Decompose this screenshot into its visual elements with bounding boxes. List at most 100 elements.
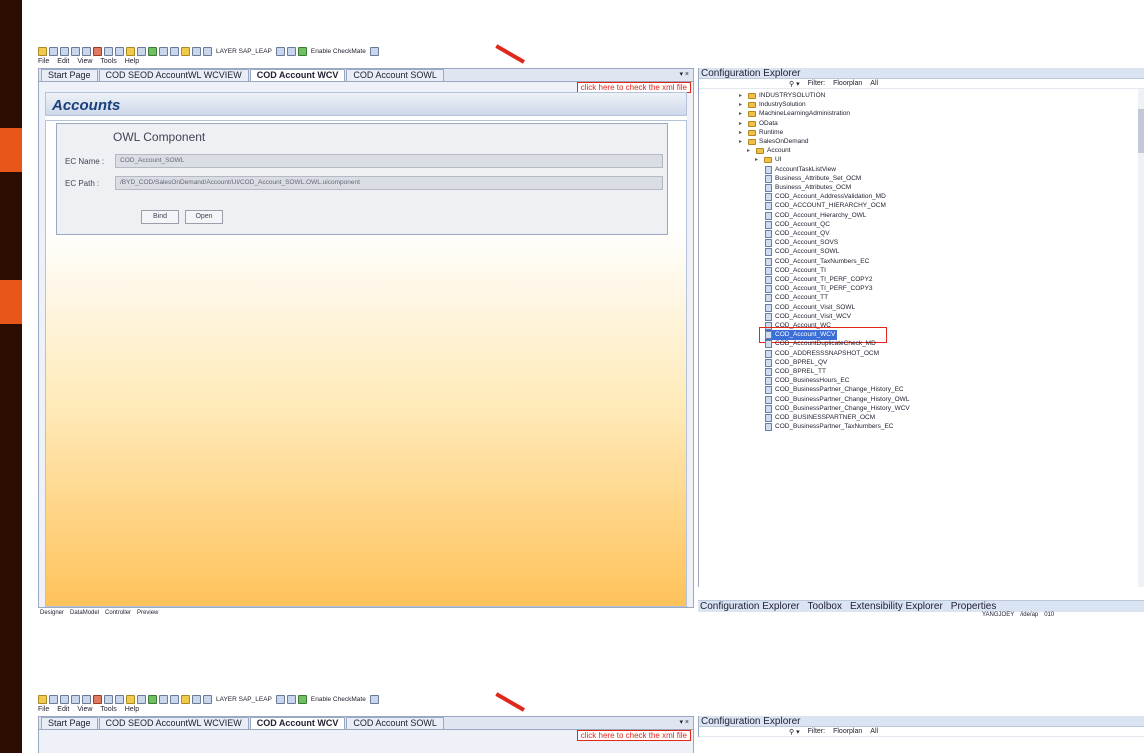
- menu-help[interactable]: Help: [125, 706, 139, 713]
- find-icon[interactable]: [126, 46, 135, 56]
- help-icon[interactable]: [369, 46, 379, 56]
- menu-edit[interactable]: Edit: [57, 706, 69, 713]
- copy-icon[interactable]: [82, 694, 91, 704]
- expand-arrow-icon[interactable]: ▸: [747, 146, 753, 156]
- ec-path-label: EC Path :: [65, 178, 100, 188]
- run-icon[interactable]: [148, 46, 157, 56]
- link-icon[interactable]: [170, 46, 179, 56]
- tab-start-page[interactable]: Start Page: [41, 717, 98, 729]
- run-icon[interactable]: [148, 694, 157, 704]
- menu-tools[interactable]: Tools: [100, 58, 116, 65]
- help-icon[interactable]: [369, 694, 379, 704]
- menu-help[interactable]: Help: [125, 58, 139, 65]
- cut-icon[interactable]: [104, 694, 113, 704]
- editor-pane: Start Page COD SEOD AccountWL WCVIEW COD…: [38, 716, 694, 753]
- check-icon[interactable]: [192, 46, 201, 56]
- tab-properties[interactable]: Properties: [951, 601, 997, 612]
- settings-icon[interactable]: [203, 46, 212, 56]
- filter-label: Filter:: [807, 80, 826, 87]
- explorer-title: Configuration Explorer: [699, 68, 1144, 79]
- menu-view[interactable]: View: [77, 706, 92, 713]
- tab-cod-account-sowl[interactable]: COD Account SOWL: [346, 69, 444, 81]
- play-icon[interactable]: [297, 46, 307, 56]
- scrollbar-thumb[interactable]: [1138, 109, 1144, 153]
- paste-icon[interactable]: [115, 694, 124, 704]
- tab-toolbox[interactable]: Toolbox: [808, 601, 842, 612]
- menu-file[interactable]: File: [38, 706, 49, 713]
- warning-icon[interactable]: [275, 46, 285, 56]
- menu-edit[interactable]: Edit: [57, 58, 69, 65]
- mode-datamodel[interactable]: DataModel: [70, 610, 99, 619]
- play-icon[interactable]: [297, 694, 307, 704]
- save-all-icon[interactable]: [71, 694, 80, 704]
- red-arrow-annotation: [495, 44, 525, 64]
- ec-path-field[interactable]: /BYD_COD/SalesOnDemand/Account/UI/COD_Ac…: [115, 176, 663, 190]
- tab-controls[interactable]: ▾ ×: [679, 718, 689, 726]
- component-file-icon: [765, 211, 772, 220]
- new-file-icon[interactable]: [38, 46, 47, 56]
- folder-icon[interactable]: [181, 694, 190, 704]
- open-icon[interactable]: [49, 694, 58, 704]
- save-icon[interactable]: [60, 46, 69, 56]
- mode-designer[interactable]: Designer: [40, 610, 64, 619]
- find-icon[interactable]: [126, 694, 135, 704]
- grid-icon[interactable]: [159, 694, 168, 704]
- paste-icon[interactable]: [115, 46, 124, 56]
- link-icon[interactable]: [170, 694, 179, 704]
- filter-all-select[interactable]: All: [870, 80, 878, 87]
- ec-name-field[interactable]: COD_Account_SOWL: [115, 154, 663, 168]
- expand-arrow-icon[interactable]: ▸: [739, 137, 745, 147]
- enable-checkmate-checkbox[interactable]: Enable CheckMate: [311, 48, 366, 55]
- grid-icon[interactable]: [159, 46, 168, 56]
- new-file-icon[interactable]: [38, 694, 47, 704]
- layer-label[interactable]: LAYER SAP_LEAP: [216, 48, 272, 55]
- open-button[interactable]: Open: [185, 210, 223, 224]
- tab-start-page[interactable]: Start Page: [41, 69, 98, 81]
- component-file-icon: [765, 404, 772, 413]
- enable-checkmate-checkbox[interactable]: Enable CheckMate: [311, 696, 366, 703]
- mode-controller[interactable]: Controller: [105, 610, 131, 619]
- mode-preview[interactable]: Preview: [137, 610, 158, 619]
- tab-seod-accountwl-wcview[interactable]: COD SEOD AccountWL WCVIEW: [98, 717, 249, 729]
- layout-icon[interactable]: [137, 694, 146, 704]
- copy-icon[interactable]: [82, 46, 91, 56]
- tab-configuration-explorer[interactable]: Configuration Explorer: [700, 601, 800, 612]
- layout-icon[interactable]: [137, 46, 146, 56]
- check-icon[interactable]: [192, 694, 201, 704]
- xml-icon[interactable]: [286, 46, 296, 56]
- filter-label: Filter:: [807, 728, 826, 735]
- tab-seod-accountwl-wcview[interactable]: COD SEOD AccountWL WCVIEW: [98, 69, 249, 81]
- save-all-icon[interactable]: [71, 46, 80, 56]
- edit-icon[interactable]: [93, 694, 102, 704]
- tab-cod-account-wcv[interactable]: COD Account WCV: [249, 69, 346, 81]
- filter-floorplan-select[interactable]: Floorplan: [833, 80, 862, 87]
- settings-icon[interactable]: [203, 694, 212, 704]
- layer-label[interactable]: LAYER SAP_LEAP: [216, 696, 272, 703]
- xml-icon[interactable]: [286, 694, 296, 704]
- explorer-tree: ▸ INDUSTRYSOLUTION ▸ IndustrySolution ▸ Machi…: [699, 89, 1144, 587]
- menu-tools[interactable]: Tools: [100, 706, 116, 713]
- menu-view[interactable]: View: [77, 58, 92, 65]
- menu-file[interactable]: File: [38, 58, 49, 65]
- tab-cod-account-wcv[interactable]: COD Account WCV: [249, 717, 346, 729]
- xml-hint-callout: click here to check the xml file: [576, 730, 691, 741]
- tab-extensibility-explorer[interactable]: Extensibility Explorer: [850, 601, 943, 612]
- save-icon[interactable]: [60, 694, 69, 704]
- explorer-scrollbar[interactable]: [1138, 89, 1144, 587]
- tab-controls[interactable]: ▾ ×: [679, 70, 689, 78]
- search-icon[interactable]: ⚲ ▾: [789, 728, 800, 736]
- designer-mode-tabs: Designer DataModel Controller Preview: [38, 610, 694, 619]
- filter-floorplan-select[interactable]: Floorplan: [833, 728, 862, 735]
- cut-icon[interactable]: [104, 46, 113, 56]
- filter-all-select[interactable]: All: [870, 728, 878, 735]
- folder-icon[interactable]: [181, 46, 190, 56]
- warning-icon[interactable]: [275, 694, 285, 704]
- tab-cod-account-sowl[interactable]: COD Account SOWL: [346, 717, 444, 729]
- tree-item[interactable]: COD_BusinessPartner_TaxNumbers_EC: [765, 422, 894, 432]
- edit-icon[interactable]: [93, 46, 102, 56]
- expand-arrow-icon[interactable]: ▸: [755, 155, 761, 165]
- open-icon[interactable]: [49, 46, 58, 56]
- bind-button[interactable]: Bind: [141, 210, 179, 224]
- folder-icon: [748, 111, 756, 118]
- search-icon[interactable]: ⚲ ▾: [789, 80, 800, 88]
